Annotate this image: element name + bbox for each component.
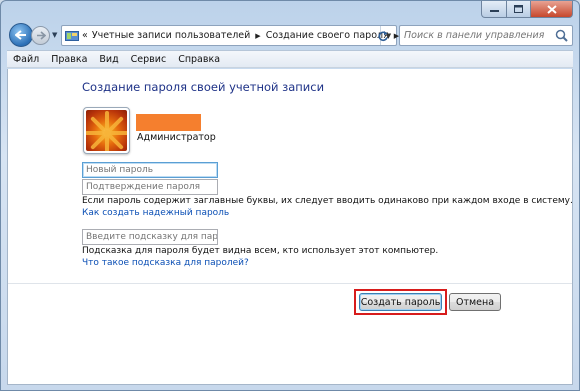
menu-bar: Файл Правка Вид Сервис Справка (7, 50, 573, 68)
hint-info-link[interactable]: Что такое подсказка для паролей? (82, 258, 249, 268)
search-icon[interactable] (555, 29, 568, 42)
arrow-right-icon (36, 31, 46, 40)
password-hint-field[interactable] (82, 229, 218, 245)
maximize-button[interactable] (507, 1, 531, 18)
avatar (83, 107, 130, 154)
close-icon (546, 4, 557, 14)
address-bar[interactable]: « Учетные записи пользователей ▶ Создани… (61, 25, 399, 46)
window: ▼ « Учетные записи пользователей ▶ Созда… (0, 0, 580, 391)
menu-help[interactable]: Справка (178, 54, 220, 65)
refresh-button[interactable] (371, 26, 395, 45)
menu-view[interactable]: Вид (99, 54, 118, 65)
cancel-button[interactable]: Отмена (449, 293, 501, 311)
minimize-icon (489, 10, 499, 12)
arrow-left-icon (15, 30, 26, 40)
menu-file[interactable]: Файл (13, 54, 39, 65)
menu-tools[interactable]: Сервис (131, 54, 167, 65)
account-name: Администратор (137, 132, 216, 143)
new-password-field[interactable] (82, 162, 218, 178)
navigation-bar: ▼ « Учетные записи пользователей ▶ Созда… (7, 22, 573, 48)
confirm-password-field[interactable] (82, 179, 218, 195)
flower-picture (86, 110, 127, 151)
search-box[interactable] (399, 25, 573, 46)
strong-password-link[interactable]: Как создать надежный пароль (82, 208, 229, 218)
breadcrumb-arrow-icon[interactable]: ▶ (255, 32, 260, 40)
divider (8, 283, 572, 284)
breadcrumb-user-accounts[interactable]: Учетные записи пользователей (92, 30, 250, 41)
content-pane: Создание пароля своей учетной записи Адм… (7, 69, 573, 385)
close-button[interactable] (531, 1, 573, 18)
create-password-button[interactable]: Создать пароль (359, 293, 442, 311)
hint-visibility-note: Подсказка для пароля будет видна всем, к… (82, 246, 439, 256)
caption-buttons (481, 1, 573, 18)
page-title: Создание пароля своей учетной записи (82, 80, 325, 94)
address-prefix[interactable]: « (82, 30, 88, 41)
control-panel-icon (65, 30, 79, 42)
search-input[interactable] (404, 30, 554, 41)
menu-edit[interactable]: Правка (51, 54, 87, 65)
refresh-icon (378, 30, 388, 41)
minimize-button[interactable] (481, 1, 507, 18)
recent-pages-dropdown[interactable]: ▼ (52, 31, 57, 39)
maximize-icon (514, 5, 523, 13)
case-sensitivity-note: Если пароль содержит заглавные буквы, их… (82, 196, 573, 206)
redaction-block (136, 114, 201, 131)
back-button[interactable] (9, 23, 33, 47)
forward-button[interactable] (31, 26, 50, 45)
